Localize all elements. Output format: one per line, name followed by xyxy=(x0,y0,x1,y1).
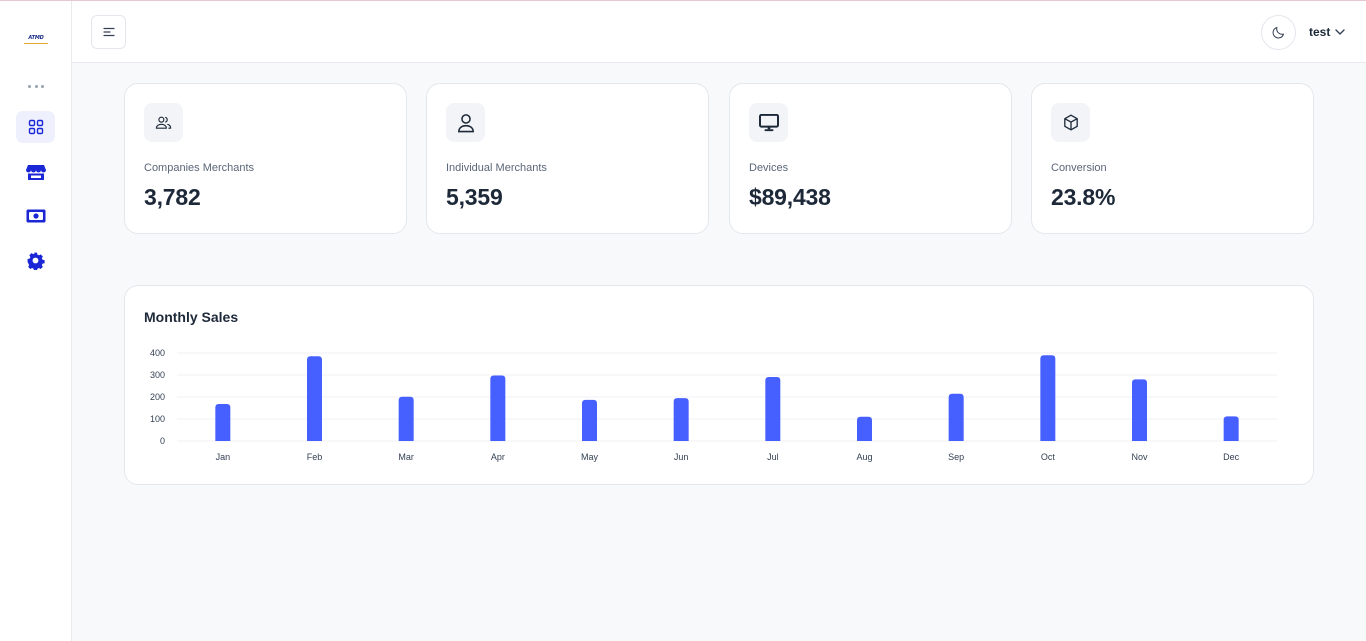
x-tick-label: Aug xyxy=(856,452,872,462)
users-icon xyxy=(155,116,172,129)
user-icon xyxy=(457,113,474,132)
more-dots-icon xyxy=(28,83,44,89)
sidebar-item-dashboard[interactable] xyxy=(16,111,55,143)
bar-mar xyxy=(398,396,414,441)
user-name: test xyxy=(1309,25,1331,39)
y-tick-label: 100 xyxy=(150,414,165,424)
stat-label: Individual Merchants xyxy=(446,162,547,174)
bar-may xyxy=(582,399,597,441)
bar-sep xyxy=(948,393,964,441)
x-tick-label: Apr xyxy=(491,452,505,462)
bar-dec xyxy=(1223,416,1239,441)
monitor-icon xyxy=(758,113,779,131)
x-tick-label: Dec xyxy=(1223,452,1240,462)
gear-icon xyxy=(27,252,45,270)
stat-icon-box xyxy=(1051,103,1090,142)
sidebar-item-payments[interactable] xyxy=(16,200,55,232)
sidebar-item-merchants[interactable] xyxy=(16,156,55,188)
x-tick-label: Nov xyxy=(1131,452,1148,462)
stat-label: Conversion xyxy=(1051,162,1107,174)
moon-icon xyxy=(1272,27,1284,39)
x-tick-label: May xyxy=(581,452,599,462)
stat-card-companies-merchants: Companies Merchants 3,782 xyxy=(124,83,407,234)
bar-apr xyxy=(490,375,506,441)
stat-card-devices: Devices $89,438 xyxy=(729,83,1012,234)
cash-icon xyxy=(26,209,45,223)
y-tick-label: 0 xyxy=(160,436,165,446)
bar-jun xyxy=(673,398,689,441)
x-tick-label: Oct xyxy=(1041,452,1056,462)
x-tick-label: Mar xyxy=(398,452,414,462)
bar-jul xyxy=(765,376,781,441)
x-tick-label: Jul xyxy=(767,452,779,462)
y-tick-label: 300 xyxy=(150,370,165,380)
sidebar-item-settings[interactable] xyxy=(16,244,55,276)
store-icon xyxy=(25,164,46,180)
stat-value: 5,359 xyxy=(446,184,503,210)
bar-oct xyxy=(1040,355,1056,441)
monthly-sales-card: Monthly Sales 0 100 200 300 400 Jan Feb Mar Apr M… xyxy=(124,285,1314,485)
bar-feb xyxy=(307,356,322,441)
x-tick-label: Jun xyxy=(674,452,689,462)
box-icon xyxy=(1063,114,1078,131)
top-header: test xyxy=(72,1,1366,63)
x-tick-label: Jan xyxy=(216,452,231,462)
stat-label: Devices xyxy=(749,162,789,174)
monthly-sales-chart: 0 100 200 300 400 Jan Feb Mar Apr May Jun Jul Aug Sep… xyxy=(150,348,1277,462)
stat-value: $89,438 xyxy=(749,184,831,210)
y-tick-label: 200 xyxy=(150,392,165,402)
bar-jan xyxy=(215,404,231,441)
stat-icon-box xyxy=(749,103,788,142)
grid-icon xyxy=(28,119,43,135)
bar-nov xyxy=(1132,379,1147,441)
sidebar: ATMD xyxy=(0,1,72,641)
x-tick-label: Sep xyxy=(948,452,964,462)
stat-label: Companies Merchants xyxy=(144,162,255,174)
stat-icon-box xyxy=(446,103,485,142)
stat-icon-box xyxy=(144,103,183,142)
y-tick-label: 400 xyxy=(150,348,165,358)
stat-card-conversion: Conversion 23.8% xyxy=(1031,83,1314,234)
sidebar-toggle-button[interactable] xyxy=(91,15,126,49)
stat-card-individual-merchants: Individual Merchants 5,359 xyxy=(426,83,709,234)
user-menu[interactable]: test xyxy=(1309,23,1346,41)
chevron-down-icon xyxy=(1335,29,1346,35)
brand-logo[interactable]: ATMD xyxy=(24,35,48,44)
bar-aug xyxy=(857,416,872,441)
x-tick-label: Feb xyxy=(307,452,323,462)
theme-toggle-button[interactable] xyxy=(1261,15,1296,50)
stat-value: 3,782 xyxy=(144,184,201,210)
stat-value: 23.8% xyxy=(1051,184,1116,210)
menu-icon xyxy=(102,27,115,37)
